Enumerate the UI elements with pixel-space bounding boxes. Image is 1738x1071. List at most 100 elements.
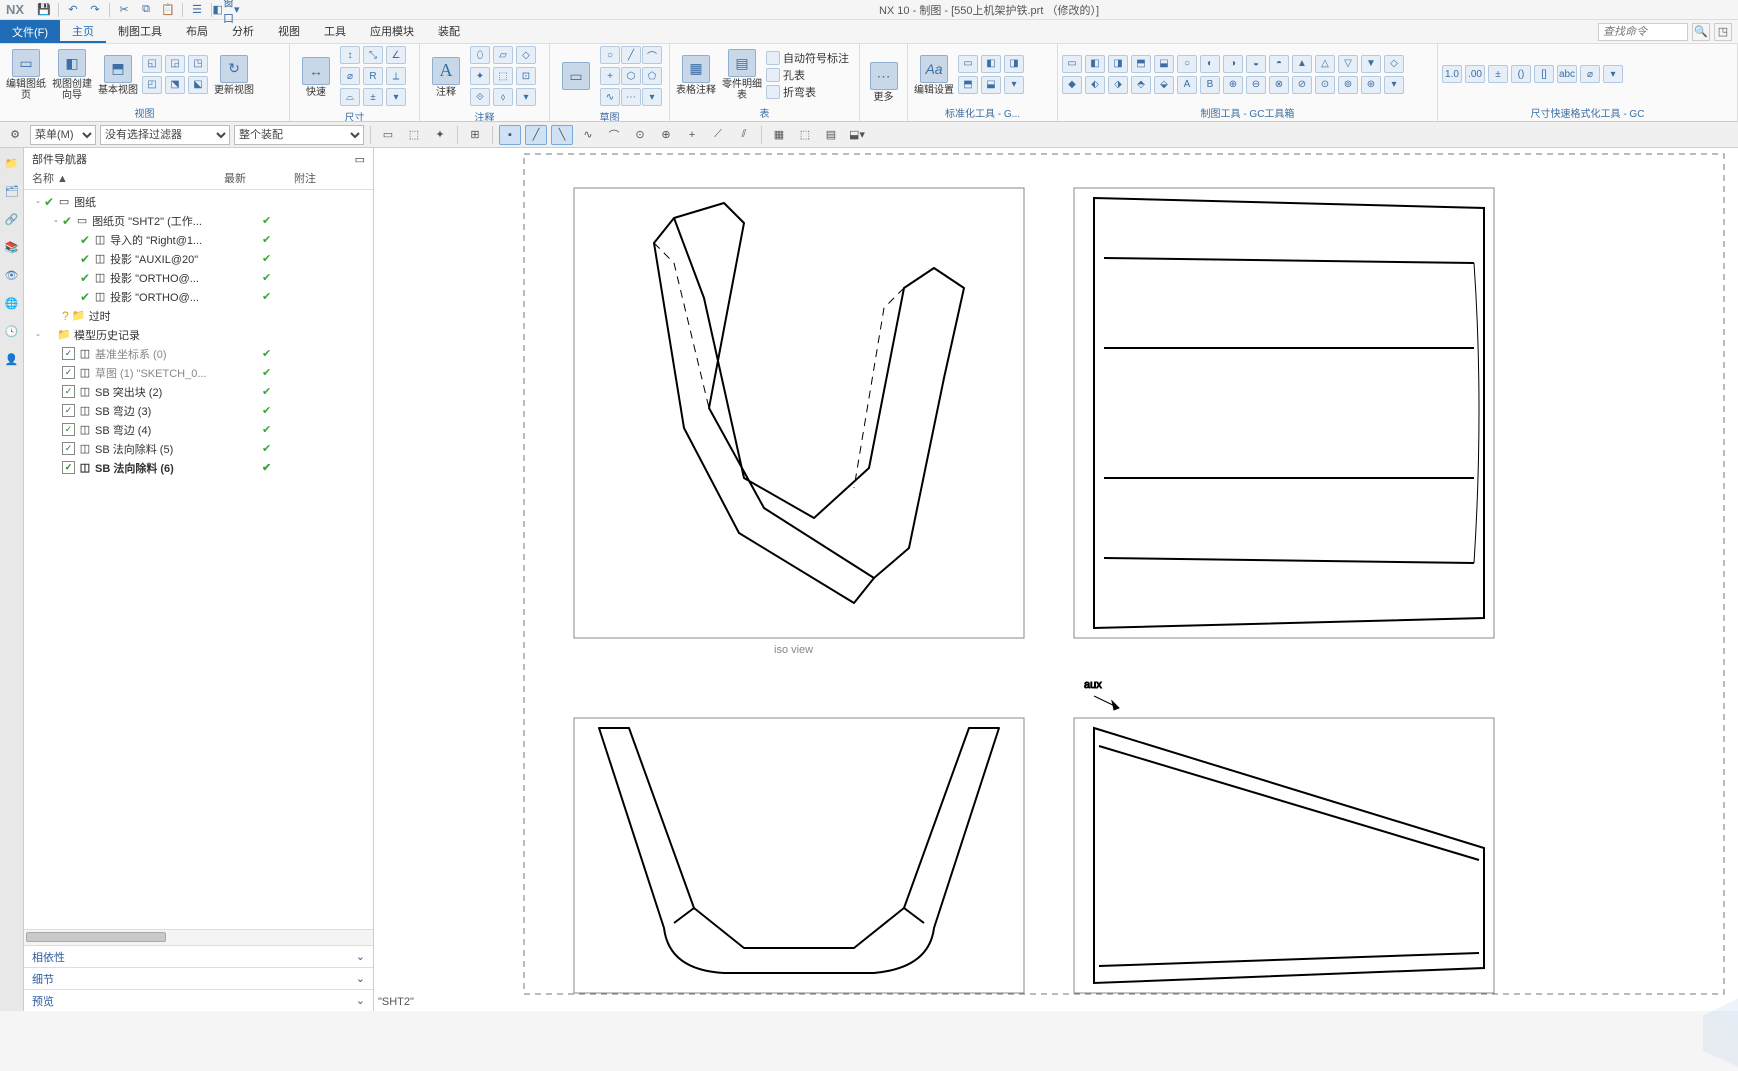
save-icon[interactable]: 💾 <box>36 2 52 18</box>
gc-icons[interactable]: ▭◧◨⬒⬓○◐◑◒◓▲△▽▼◇ ◆⬖⬗⬘⬙AB⊕⊖⊗⊘⊙⊚⊛▾ <box>1062 55 1406 96</box>
sel-icon[interactable]: ▭ <box>377 125 399 145</box>
layer-icon[interactable]: ▤ <box>820 125 842 145</box>
redo-icon[interactable]: ↷ <box>87 2 103 18</box>
tree-node[interactable]: ✓◫SB 弯边 (3)✔ <box>24 401 373 420</box>
file-menu[interactable]: 文件(F) <box>0 20 60 43</box>
snap-center-icon[interactable]: ⊕ <box>655 125 677 145</box>
constraint-navigator-tab[interactable]: 🔗 <box>3 210 21 228</box>
tree-node[interactable]: ✔◫导入的 "Right@1...✔ <box>24 230 373 249</box>
tree-node[interactable]: -✔▭图纸 <box>24 192 373 211</box>
tab-drafting-tools[interactable]: 制图工具 <box>106 20 174 43</box>
menu-dropdown[interactable]: 菜单(M) <box>30 125 96 145</box>
tree-node[interactable]: ✔◫投影 "ORTHO@...✔ <box>24 287 373 306</box>
hole-table-button[interactable]: 孔表 <box>766 67 849 83</box>
edit-sheet-button[interactable]: ▭编辑图纸页 <box>4 49 48 101</box>
update-views-button[interactable]: ↻更新视图 <box>212 55 256 96</box>
base-view-button[interactable]: ⬒基本视图 <box>96 55 140 96</box>
part-navigator-tab[interactable]: 📁 <box>3 154 21 172</box>
resource-bar: 📁 🗂 🔗 📚 👁 🌐 🕓 👤 <box>0 148 24 1011</box>
window-dropdown[interactable]: ◧ 窗口▾ <box>218 2 234 18</box>
sketch-rect-button[interactable]: ▭ <box>554 62 598 92</box>
view-wizard-button[interactable]: ◧视图创建向导 <box>50 49 94 101</box>
tree-node[interactable]: ✓◫SB 法向除料 (5)✔ <box>24 439 373 458</box>
history-tab[interactable]: 🕓 <box>3 322 21 340</box>
ribbon-group-more: ⋯更多 <box>860 44 908 121</box>
accordion-preview[interactable]: 预览⌄ <box>24 989 373 1011</box>
accordion-dependency[interactable]: 相依性⌄ <box>24 945 373 967</box>
bend-table-button[interactable]: 折弯表 <box>766 84 849 100</box>
annot-small-icons[interactable]: ⬯▱◇✦⬚⊡⟐⬨▾ <box>470 46 538 108</box>
tab-tools[interactable]: 工具 <box>312 20 358 43</box>
search-input[interactable] <box>1598 23 1688 41</box>
dropdown-icon[interactable]: ⬓▾ <box>846 125 868 145</box>
dim-small-icons[interactable]: ↕⤡∠⌀R⟂⌓±▾ <box>340 46 408 108</box>
snap-end-icon[interactable]: ▪ <box>499 125 521 145</box>
tree-node[interactable]: ✔◫投影 "AUXIL@20"✔ <box>24 249 373 268</box>
tab-application[interactable]: 应用模块 <box>358 20 426 43</box>
parts-list-button[interactable]: ▤零件明细表 <box>720 49 764 101</box>
snap-curve-icon[interactable]: ⌒ <box>603 125 625 145</box>
quick-dim-button[interactable]: ↔快速 <box>294 57 338 98</box>
cut-icon[interactable]: ✂ <box>116 2 132 18</box>
window-title: NX 10 - 制图 - [550上机架护铁.prt （修改的）] <box>240 2 1738 18</box>
snap-icon[interactable]: ⟋ <box>707 125 729 145</box>
hd3d-tab[interactable]: 👁 <box>3 266 21 284</box>
tab-home[interactable]: 主页 <box>60 20 106 43</box>
auto-balloon-button[interactable]: 自动符号标注 <box>766 50 849 66</box>
assembly-navigator-tab[interactable]: 🗂 <box>3 182 21 200</box>
col-name[interactable]: 名称 ▲ <box>24 170 224 189</box>
snap-icon[interactable]: ╲ <box>551 125 573 145</box>
sel-icon[interactable]: ⬚ <box>403 125 425 145</box>
reuse-library-tab[interactable]: 📚 <box>3 238 21 256</box>
filter-dropdown[interactable]: 没有选择过滤器 <box>100 125 230 145</box>
assembly-dropdown[interactable]: 整个装配 <box>234 125 364 145</box>
tree-node[interactable]: ✔◫投影 "ORTHO@...✔ <box>24 268 373 287</box>
sketch-small-icons[interactable]: ○╱⌒+⬡⬠∿⋯▾ <box>600 46 662 108</box>
snap-icon[interactable]: + <box>681 125 703 145</box>
roles-tab[interactable]: 👤 <box>3 350 21 368</box>
note-button[interactable]: A注释 <box>424 57 468 98</box>
tab-assembly[interactable]: 装配 <box>426 20 472 43</box>
touch-icon[interactable]: ☰ <box>189 2 205 18</box>
col-notes[interactable]: 附注 <box>294 170 354 189</box>
drawing-canvas[interactable]: iso view aux <box>374 148 1738 1011</box>
ribbon-group-gc-toolbox: ▭◧◨⬒⬓○◐◑◒◓▲△▽▼◇ ◆⬖⬗⬘⬙AB⊕⊖⊗⊘⊙⊚⊛▾ 制图工具 - G… <box>1058 44 1438 121</box>
table-note-button[interactable]: ▦表格注释 <box>674 55 718 96</box>
edit-settings-button[interactable]: Aa编辑设置 <box>912 55 956 96</box>
view-small-icons[interactable]: ◱◲◳◰⬔⬕ <box>142 55 210 96</box>
tree-node[interactable]: ✓◫SB 突出块 (2)✔ <box>24 382 373 401</box>
menu-gear-icon[interactable]: ⚙ <box>4 125 26 145</box>
sel-icon[interactable]: ✦ <box>429 125 451 145</box>
tab-view[interactable]: 视图 <box>266 20 312 43</box>
paste-icon[interactable]: 📋 <box>160 2 176 18</box>
help-icon[interactable]: ◳ <box>1714 23 1732 41</box>
snap-icon[interactable]: ⫽ <box>733 125 755 145</box>
col-latest[interactable]: 最新 <box>224 170 294 189</box>
panel-pin-icon[interactable]: ▭ <box>355 153 365 166</box>
tree-node[interactable]: ✓◫草图 (1) "SKETCH_0...✔ <box>24 363 373 382</box>
tab-analysis[interactable]: 分析 <box>220 20 266 43</box>
copy-icon[interactable]: ⧉ <box>138 2 154 18</box>
accordion-detail[interactable]: 细节⌄ <box>24 967 373 989</box>
dimfmt-icons[interactable]: 1.0.00±()[]abc⌀▾ <box>1442 65 1625 85</box>
navigator-tree[interactable]: -✔▭图纸-✔▭图纸页 "SHT2" (工作...✔✔◫导入的 "Right@1… <box>24 190 373 929</box>
grid-icon[interactable]: ▦ <box>768 125 790 145</box>
snap-icon[interactable]: ∿ <box>577 125 599 145</box>
tree-node[interactable]: -📁模型历史记录 <box>24 325 373 344</box>
tree-node[interactable]: ✓◫SB 弯边 (4)✔ <box>24 420 373 439</box>
tab-layout[interactable]: 布局 <box>174 20 220 43</box>
browser-tab[interactable]: 🌐 <box>3 294 21 312</box>
tree-hscroll[interactable] <box>24 929 373 945</box>
tree-node[interactable]: -✔▭图纸页 "SHT2" (工作...✔ <box>24 211 373 230</box>
more-button[interactable]: ⋯更多 <box>864 62 903 103</box>
snap-mid-icon[interactable]: ╱ <box>525 125 547 145</box>
undo-icon[interactable]: ↶ <box>65 2 81 18</box>
snap-circle-icon[interactable]: ⊙ <box>629 125 651 145</box>
tree-node[interactable]: ✓◫基准坐标系 (0)✔ <box>24 344 373 363</box>
tree-node[interactable]: ✓◫SB 法向除料 (6)✔ <box>24 458 373 477</box>
view-icon[interactable]: ⬚ <box>794 125 816 145</box>
search-go-icon[interactable]: 🔍 <box>1692 23 1710 41</box>
tree-node[interactable]: ?📁过时 <box>24 306 373 325</box>
standard-small-icons[interactable]: ▭◧◨⬒⬓▾ <box>958 55 1026 96</box>
sel-icon[interactable]: ⊞ <box>464 125 486 145</box>
